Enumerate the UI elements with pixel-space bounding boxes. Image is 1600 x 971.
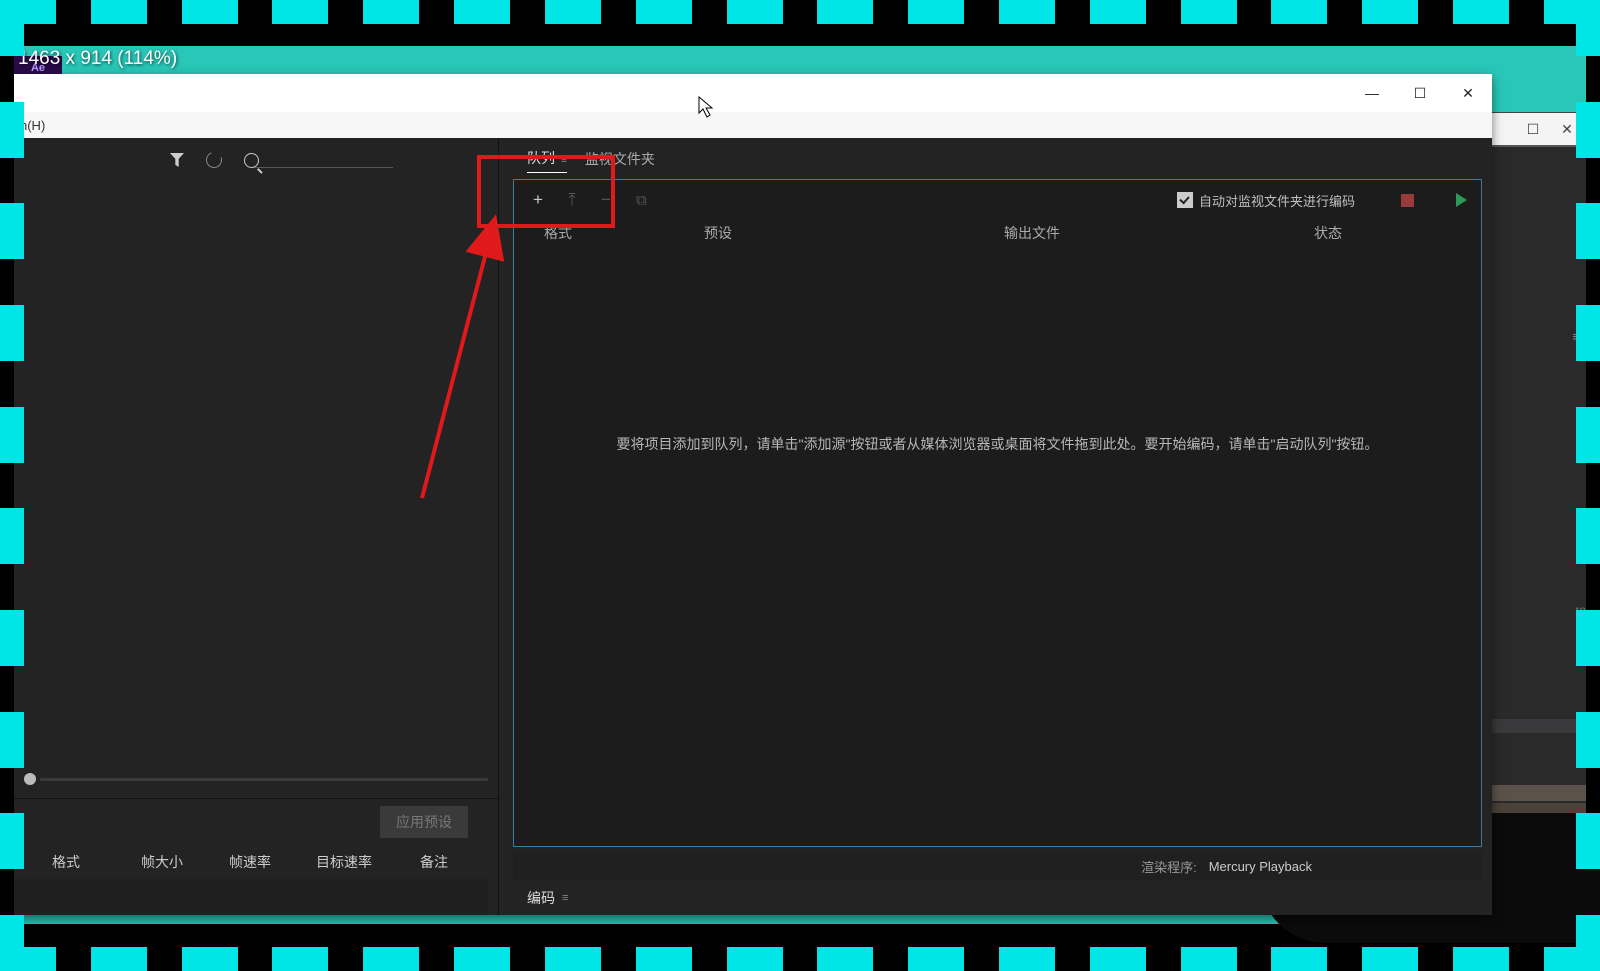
titlebar[interactable]: — ☐ ✕: [14, 74, 1492, 112]
auto-encode-toggle[interactable]: 自动对监视文件夹进行编码: [1177, 191, 1355, 210]
queue-header-output: 输出文件: [1004, 223, 1314, 243]
bg-text-suffix: re: [1575, 603, 1586, 617]
add-source-button[interactable]: +: [528, 190, 548, 210]
bg-menu-icon[interactable]: ≡: [1572, 329, 1580, 344]
header-target-rate: 目标速率: [294, 852, 394, 872]
filter-icon[interactable]: [170, 153, 184, 167]
header-frame-size: 帧大小: [118, 852, 206, 872]
start-queue-icon[interactable]: [1456, 193, 1467, 207]
queue-header-status: 状态: [1314, 223, 1444, 243]
queue-hint-text: 要将项目添加到队列，请单击"添加源"按钮或者从媒体浏览器或桌面将文件拖到此处。要…: [617, 434, 1379, 454]
renderer-label: 渲染程序:: [1141, 857, 1197, 876]
renderer-value[interactable]: Mercury Playback: [1209, 859, 1312, 874]
zoom-slider[interactable]: [14, 770, 498, 788]
bg-maximize-button[interactable]: ☐: [1520, 118, 1546, 140]
header-frame-rate: 帧速率: [206, 852, 294, 872]
bg-close-button[interactable]: ✕: [1554, 118, 1580, 140]
search-input[interactable]: [253, 167, 393, 168]
queue-toolbar: + ⤒ − ⧉ 自动对监视文件夹进行编码: [514, 180, 1481, 220]
queue-header-format: 格式: [544, 223, 704, 243]
search-icon[interactable]: [244, 153, 259, 168]
tab-watch-folder[interactable]: 监视文件夹: [585, 149, 655, 173]
main-window: — ☐ ✕ h(H): [14, 74, 1492, 915]
dimension-label: 1463 x 914 (114%): [18, 48, 177, 70]
queue-header-preset: 预设: [704, 223, 1004, 243]
maximize-button[interactable]: ☐: [1396, 74, 1444, 112]
close-button[interactable]: ✕: [1444, 74, 1492, 112]
preset-browser: [14, 138, 498, 798]
add-up-button[interactable]: ⤒: [562, 190, 582, 210]
auto-encode-checkbox[interactable]: [1177, 192, 1193, 208]
left-toolbar: [14, 138, 498, 182]
preset-headers: 格式 帧大小 帧速率 目标速率 备注: [14, 845, 498, 879]
encode-menu-icon[interactable]: ≡: [562, 892, 568, 904]
encode-tab-row: 编码 ≡: [499, 881, 1492, 915]
stop-icon[interactable]: [1401, 194, 1414, 207]
tab-encode[interactable]: 编码: [527, 888, 555, 908]
right-panel: 队列≡ 监视文件夹 + ⤒ − ⧉ 自动对监视文件夹进行编码: [499, 138, 1492, 915]
renderer-row: 渲染程序: Mercury Playback: [513, 851, 1482, 881]
queue-headers: 格式 预设 输出文件 状态: [514, 220, 1481, 246]
header-remark: 备注: [394, 852, 474, 872]
preset-details: 应用预设 格式 帧大小 帧速率 目标速率 备注: [14, 798, 498, 915]
apply-preset-button[interactable]: 应用预设: [380, 806, 468, 838]
header-format: 格式: [14, 852, 118, 872]
menu-help[interactable]: h(H): [20, 118, 45, 133]
left-panel: 应用预设 格式 帧大小 帧速率 目标速率 备注: [14, 138, 499, 915]
remove-button[interactable]: −: [596, 190, 616, 210]
tab-menu-icon[interactable]: ≡: [561, 155, 567, 166]
auto-encode-label: 自动对监视文件夹进行编码: [1199, 191, 1355, 210]
bg-zero-label: 0: [1577, 753, 1584, 767]
refresh-icon[interactable]: [203, 149, 224, 170]
duplicate-button[interactable]: ⧉: [636, 192, 647, 209]
minimize-button[interactable]: —: [1348, 74, 1396, 112]
preset-detail-area: [14, 879, 488, 915]
tab-queue[interactable]: 队列≡: [527, 148, 567, 173]
menubar[interactable]: h(H): [14, 112, 1492, 138]
queue-panel[interactable]: + ⤒ − ⧉ 自动对监视文件夹进行编码 格式 预设: [513, 179, 1482, 847]
queue-tabs: 队列≡ 监视文件夹: [499, 138, 1492, 173]
queue-drop-area[interactable]: 要将项目添加到队列，请单击"添加源"按钮或者从媒体浏览器或桌面将文件拖到此处。要…: [514, 246, 1481, 846]
